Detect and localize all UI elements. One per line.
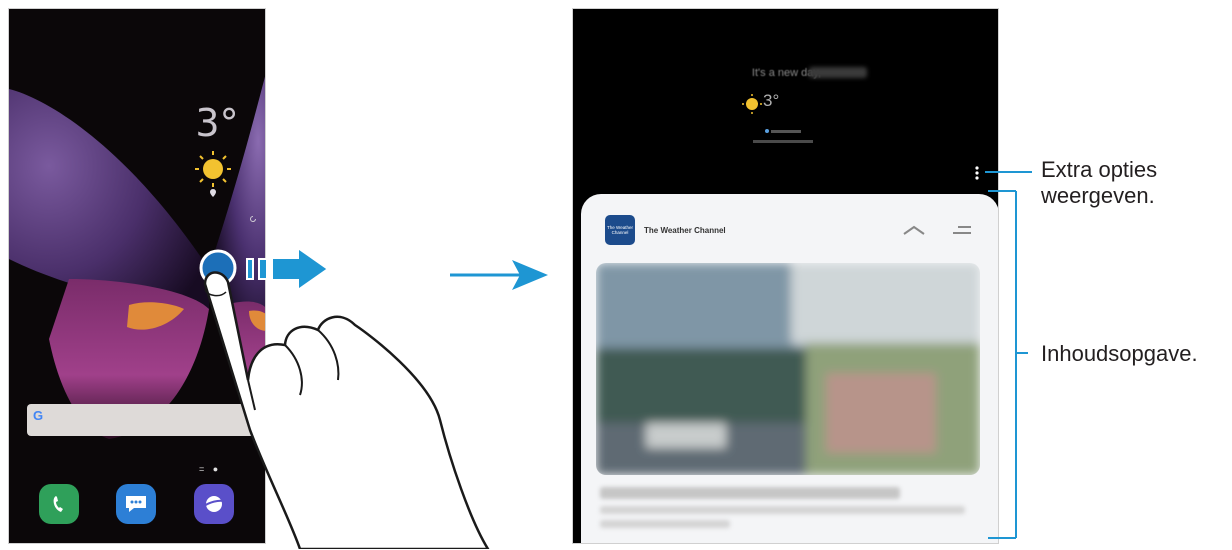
card-title: The Weather Channel: [644, 226, 726, 235]
edge-temperature: 3°: [763, 91, 780, 110]
reorder-icon[interactable]: [952, 224, 972, 236]
blurred-description: [600, 506, 965, 514]
callout-lines: [985, 171, 1032, 539]
transition-arrow: [450, 260, 548, 290]
swipe-right-arrow: [246, 246, 330, 292]
hand-illustration: [203, 271, 490, 549]
weather-channel-logo-text: The Weather Channel: [607, 225, 633, 235]
blurred-news-images[interactable]: [596, 263, 980, 475]
greeting-text: It's a new day,: [751, 67, 822, 79]
chevron-up-icon[interactable]: [902, 224, 926, 236]
sun-icon: [742, 94, 762, 114]
blurred-description-line2: [600, 520, 730, 528]
callout-extra-options-line1: Extra opties: [1041, 157, 1158, 182]
blurred-headline: [600, 487, 900, 499]
blurred-username: [809, 67, 867, 78]
callout-content: Inhoudsopgave.: [1041, 341, 1198, 366]
swipe-gesture-illustration: [199, 246, 548, 549]
location-line: [723, 129, 843, 134]
callout-extra-options-line2: weergeven.: [1041, 183, 1155, 208]
callout-extra-options: Extra opties weergeven.: [1041, 157, 1157, 209]
weather-channel-logo: The Weather Channel: [605, 215, 635, 245]
updated-line: [723, 139, 843, 144]
